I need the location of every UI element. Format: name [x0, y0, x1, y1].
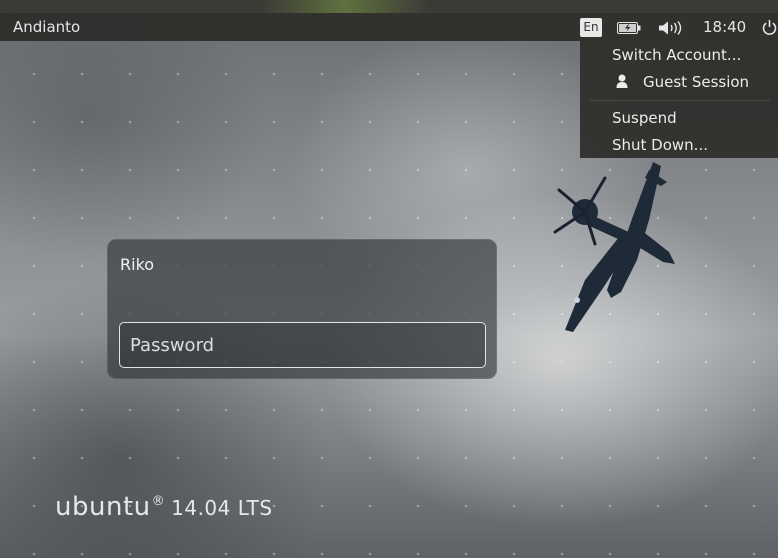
distro-branding: ubuntu® 14.04 LTS	[55, 492, 273, 522]
password-placeholder: Password	[130, 335, 215, 356]
top-panel: Andianto En 18:40	[0, 13, 778, 41]
guest-user-icon	[616, 74, 628, 88]
ubuntu-logo-text: ubuntu	[55, 492, 151, 522]
guest-session-menu-item[interactable]: Guest Session	[643, 73, 749, 91]
menu-separator	[590, 100, 770, 101]
clock[interactable]: 18:40	[703, 18, 746, 36]
session-menu: Switch Account... Guest Session Suspend …	[580, 41, 778, 158]
hostname-label: Andianto	[13, 18, 81, 36]
registered-mark: ®	[151, 494, 166, 509]
username-label[interactable]: Riko	[120, 255, 154, 274]
shut-down-menu-item[interactable]: Shut Down...	[612, 136, 708, 154]
wallpaper-strip	[0, 0, 778, 13]
switch-account-menu-item[interactable]: Switch Account...	[612, 46, 741, 64]
password-field[interactable]: Password	[119, 322, 486, 368]
suspend-menu-item[interactable]: Suspend	[612, 109, 677, 127]
volume-icon[interactable]	[658, 21, 686, 35]
keyboard-layout-indicator[interactable]: En	[580, 18, 602, 37]
version-label: 14.04 LTS	[171, 496, 273, 520]
power-icon[interactable]	[761, 19, 778, 36]
login-box: Riko Password	[107, 239, 497, 379]
battery-icon[interactable]	[617, 22, 641, 34]
airplane-image	[553, 162, 675, 332]
